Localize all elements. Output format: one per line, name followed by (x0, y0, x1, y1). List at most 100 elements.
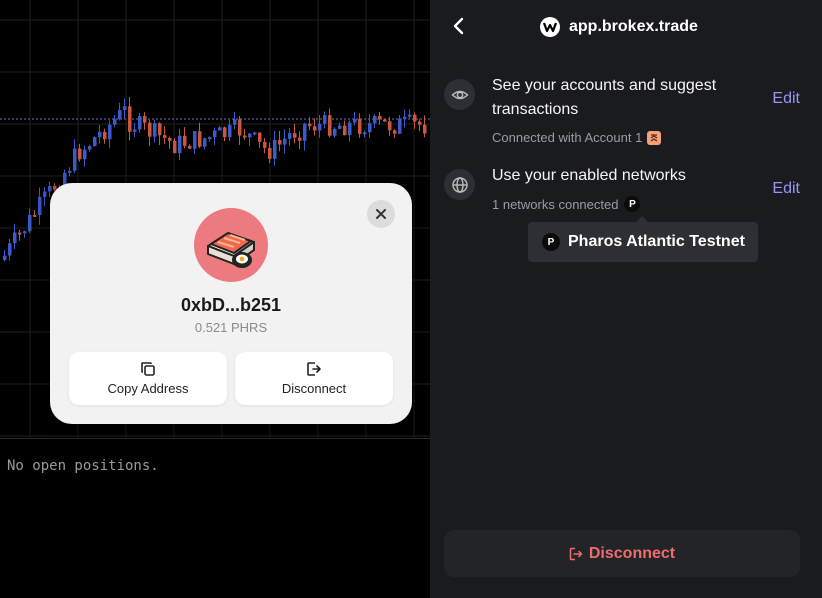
candle-body (343, 125, 347, 136)
candle-body (48, 185, 52, 192)
candle-body (93, 137, 97, 147)
candle-body (393, 130, 397, 134)
candle-body (153, 123, 157, 137)
candle-body (138, 116, 142, 130)
edit-accounts-button[interactable]: Edit (772, 90, 800, 108)
candle-body (8, 243, 12, 256)
site-domain: app.brokex.trade (569, 18, 698, 35)
candle-body (283, 138, 287, 145)
permission-accounts-title: See your accounts and suggest transactio… (492, 77, 717, 118)
candle-body (373, 115, 377, 124)
candle-body (263, 141, 267, 148)
candle-body (228, 124, 232, 138)
candle-body (218, 127, 222, 131)
disconnect-label: Disconnect (588, 544, 676, 562)
candle-body (123, 106, 127, 111)
popup-disconnect-button[interactable]: Disconnect (235, 352, 393, 405)
candle-body (423, 124, 427, 134)
candle-body (273, 139, 277, 159)
site-header: app.brokex.trade (540, 16, 698, 38)
candle-body (148, 122, 152, 137)
candle-body (358, 119, 362, 134)
candle-body (293, 133, 297, 138)
no-positions-text: No open positions. (7, 458, 159, 474)
candle-body (103, 131, 107, 140)
chevron-left-icon (453, 17, 464, 35)
candle-body (243, 135, 247, 138)
candle-body (178, 135, 182, 154)
popup-disconnect-label: Disconnect (281, 381, 347, 396)
candle-body (108, 124, 112, 140)
candle-body (323, 115, 327, 124)
account-avatar-icon (647, 130, 662, 145)
candle-body (253, 132, 257, 135)
candle-body (83, 149, 87, 160)
avatar (194, 208, 268, 282)
candle-body (13, 232, 17, 244)
globe-icon (444, 169, 475, 200)
candle-body (78, 148, 82, 160)
candle-body (3, 255, 7, 260)
candle-body (28, 214, 32, 232)
candle-body (68, 170, 72, 173)
close-button[interactable] (367, 200, 395, 228)
candle-body (193, 131, 197, 149)
candle-body (313, 126, 317, 131)
candle-body (378, 115, 382, 120)
account-popup: 0xbD...b251 0.521 PHRS Copy Address Disc… (50, 183, 412, 424)
candle-body (203, 138, 207, 147)
candle-body (113, 119, 117, 125)
eye-icon (444, 79, 475, 110)
candle-body (318, 123, 322, 131)
disconnect-button[interactable]: Disconnect (444, 530, 800, 577)
candle-body (143, 116, 147, 123)
edit-networks-button[interactable]: Edit (772, 180, 800, 198)
candle-body (213, 130, 217, 138)
candle-body (388, 121, 392, 131)
candle-body (173, 140, 177, 154)
candle-body (43, 191, 47, 197)
candle-body (418, 121, 422, 125)
candle-body (368, 123, 372, 133)
candle-body (163, 135, 167, 139)
candle-body (118, 110, 122, 120)
sushi-avatar-icon (207, 232, 255, 268)
candle-body (88, 146, 92, 150)
candle-body (128, 106, 132, 132)
copy-address-label: Copy Address (107, 381, 189, 396)
candle-body (398, 118, 402, 134)
candle-body (413, 114, 417, 122)
logout-icon (307, 362, 321, 376)
candle-body (338, 125, 342, 129)
candle-body (23, 231, 27, 234)
candle-body (278, 139, 282, 145)
candle-body (258, 132, 262, 142)
candle-body (288, 133, 292, 139)
back-button[interactable] (448, 15, 470, 37)
candle-body (98, 131, 102, 138)
candle-body (363, 132, 367, 135)
copy-address-button[interactable]: Copy Address (69, 352, 227, 405)
tooltip-network-name: Pharos Atlantic Testnet (568, 233, 745, 250)
wallet-balance: 0.521 PHRS (194, 320, 268, 335)
pharos-network-icon: P (542, 233, 560, 251)
permission-networks-title: Use your enabled networks (492, 167, 686, 184)
candle-body (303, 123, 307, 141)
candle-body (408, 114, 412, 117)
candle-body (298, 137, 302, 141)
candle-body (188, 145, 192, 149)
candle-body (333, 128, 337, 136)
network-tooltip: P Pharos Atlantic Testnet (528, 216, 758, 262)
logout-icon (569, 547, 583, 560)
candle-body (223, 127, 227, 138)
candle-body (33, 214, 37, 217)
candle-body (168, 138, 172, 141)
candle-body (383, 119, 387, 122)
network-badge[interactable]: P (624, 196, 641, 212)
candle-body (233, 119, 237, 125)
candle-body (18, 232, 22, 235)
candle-body (38, 196, 42, 216)
candle-body (208, 137, 212, 140)
candle-body (158, 123, 162, 136)
brokex-logo-icon (540, 17, 560, 37)
